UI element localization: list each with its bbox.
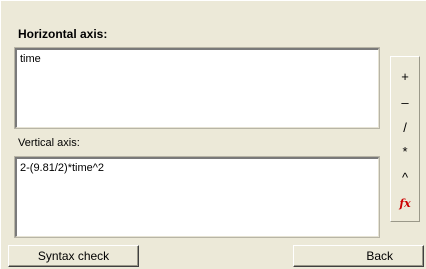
vertical-axis-input[interactable]: 2-(9.81/2)*time^2: [14, 156, 380, 238]
minus-operator-button[interactable]: –: [391, 94, 419, 112]
vertical-axis-label: Vertical axis:: [18, 137, 80, 149]
back-button[interactable]: Back: [293, 245, 424, 267]
power-operator-button[interactable]: ^: [391, 169, 419, 187]
expression-editor-panel: Horizontal axis: time Vertical axis: 2-(…: [0, 0, 426, 269]
function-icon[interactable]: fx: [391, 195, 419, 213]
horizontal-axis-input[interactable]: time: [14, 47, 380, 129]
divide-operator-button[interactable]: /: [391, 119, 419, 137]
operator-palette: + – / * ^ fx: [390, 56, 420, 222]
multiply-operator-button[interactable]: *: [391, 143, 419, 161]
syntax-check-button[interactable]: Syntax check: [8, 245, 139, 267]
plus-operator-button[interactable]: +: [391, 68, 419, 86]
horizontal-axis-label: Horizontal axis:: [18, 27, 108, 41]
